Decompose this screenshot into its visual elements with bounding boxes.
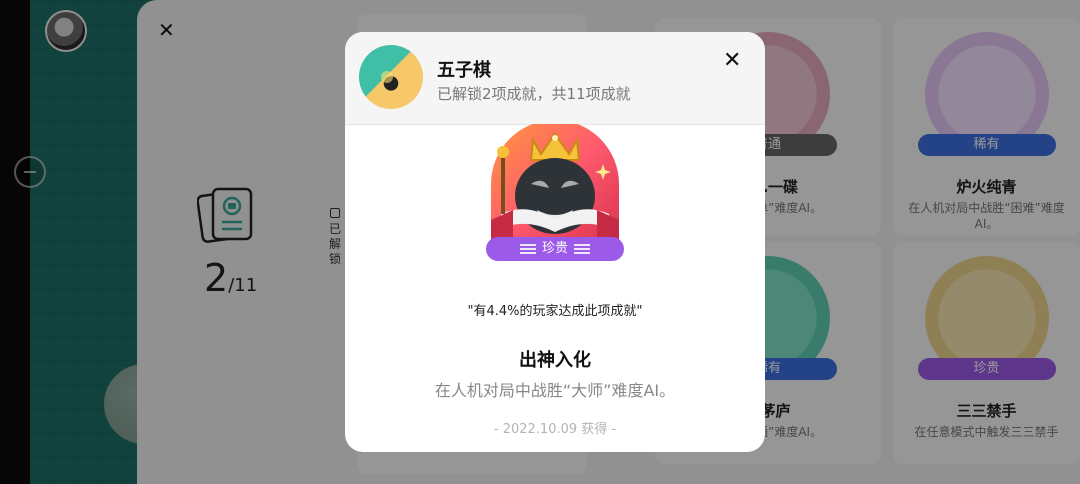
rarity-badge: 珍贵 (486, 237, 624, 261)
modal-header: 五子棋 已解锁2项成就，共11项成就 ✕ (345, 32, 765, 125)
achievement-date: - 2022.10.09 获得 - (493, 422, 617, 437)
achievement-count-text: 已解锁2项成就，共11项成就 (437, 85, 631, 103)
rarity-left-lines-icon (519, 243, 536, 254)
game-name: 五子棋 (437, 60, 491, 81)
king-badge-icon (491, 124, 619, 248)
rarity-label: 珍贵 (541, 241, 568, 256)
achievement-percent-text: "有4.4%的玩家达成此项成就" (467, 304, 643, 319)
close-icon[interactable]: ✕ (723, 48, 741, 73)
gomoku-game-icon (359, 45, 423, 109)
achievement-description: 在人机对局中战胜“大师”难度AI。 (434, 381, 676, 400)
rarity-right-lines-icon (574, 243, 590, 254)
achievement-title: 出神入化 (519, 350, 591, 371)
achievement-detail-modal: 五子棋 已解锁2项成就，共11项成就 ✕ 珍贵 "有4.4%的玩家达成此项成就"… (345, 32, 765, 452)
